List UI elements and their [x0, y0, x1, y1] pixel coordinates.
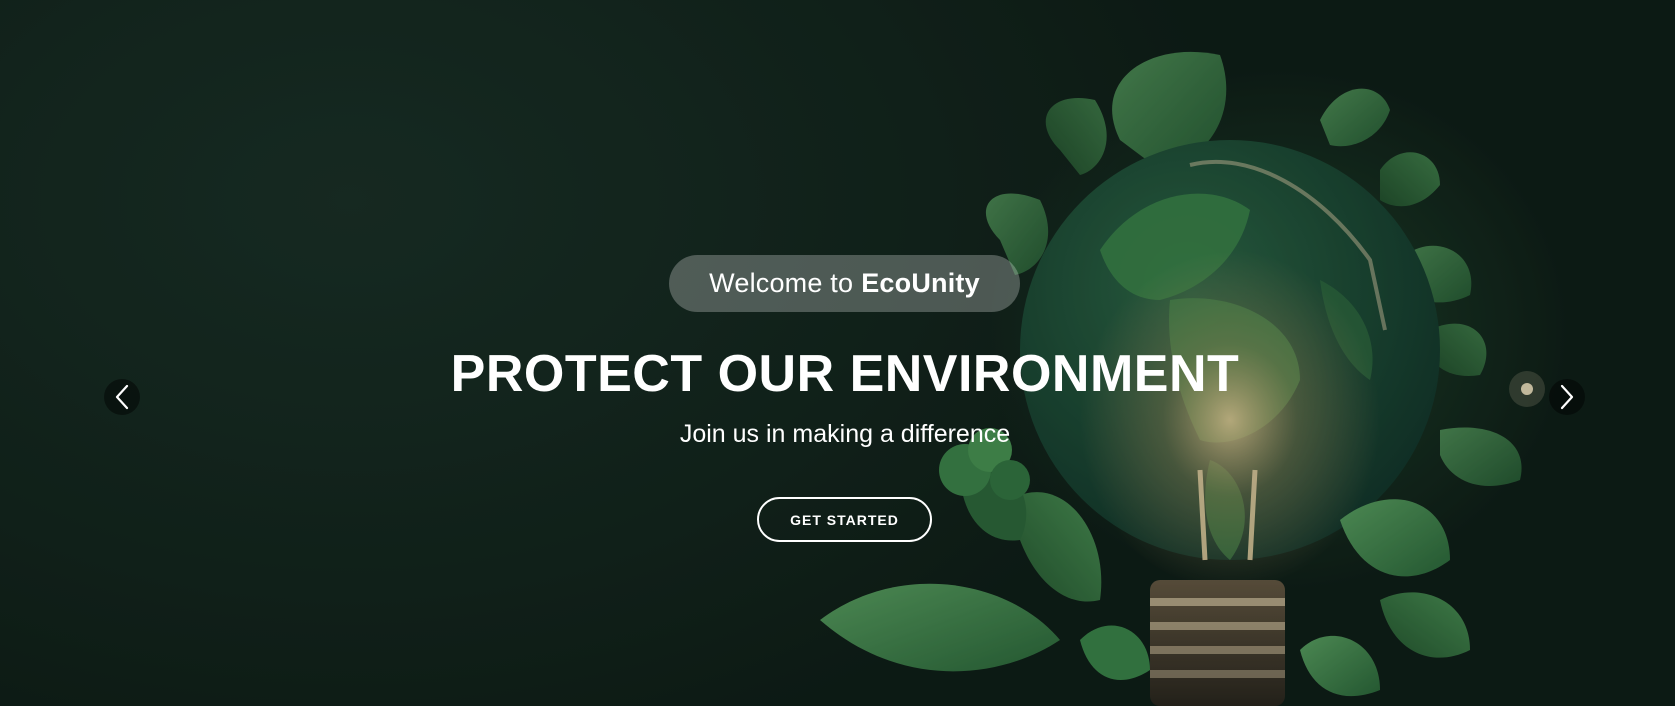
chevron-right-icon — [1560, 384, 1574, 410]
carousel-next-button[interactable] — [1549, 379, 1585, 415]
hero-slider: Welcome to EcoUnity PROTECT OUR ENVIRONM… — [0, 0, 1675, 706]
chevron-left-icon — [115, 384, 129, 410]
hero-subheadline: Join us in making a difference — [679, 420, 1011, 448]
hero-headline: PROTECT OUR ENVIRONMENT — [450, 345, 1240, 403]
get-started-button[interactable]: GET STARTED — [757, 497, 932, 542]
welcome-prefix: Welcome to — [709, 268, 854, 298]
welcome-badge: Welcome to EcoUnity — [669, 255, 1020, 312]
carousel-prev-button[interactable] — [104, 379, 140, 415]
brand-name: EcoUnity — [861, 268, 980, 298]
hero-content: Welcome to EcoUnity PROTECT OUR ENVIRONM… — [0, 0, 1675, 706]
